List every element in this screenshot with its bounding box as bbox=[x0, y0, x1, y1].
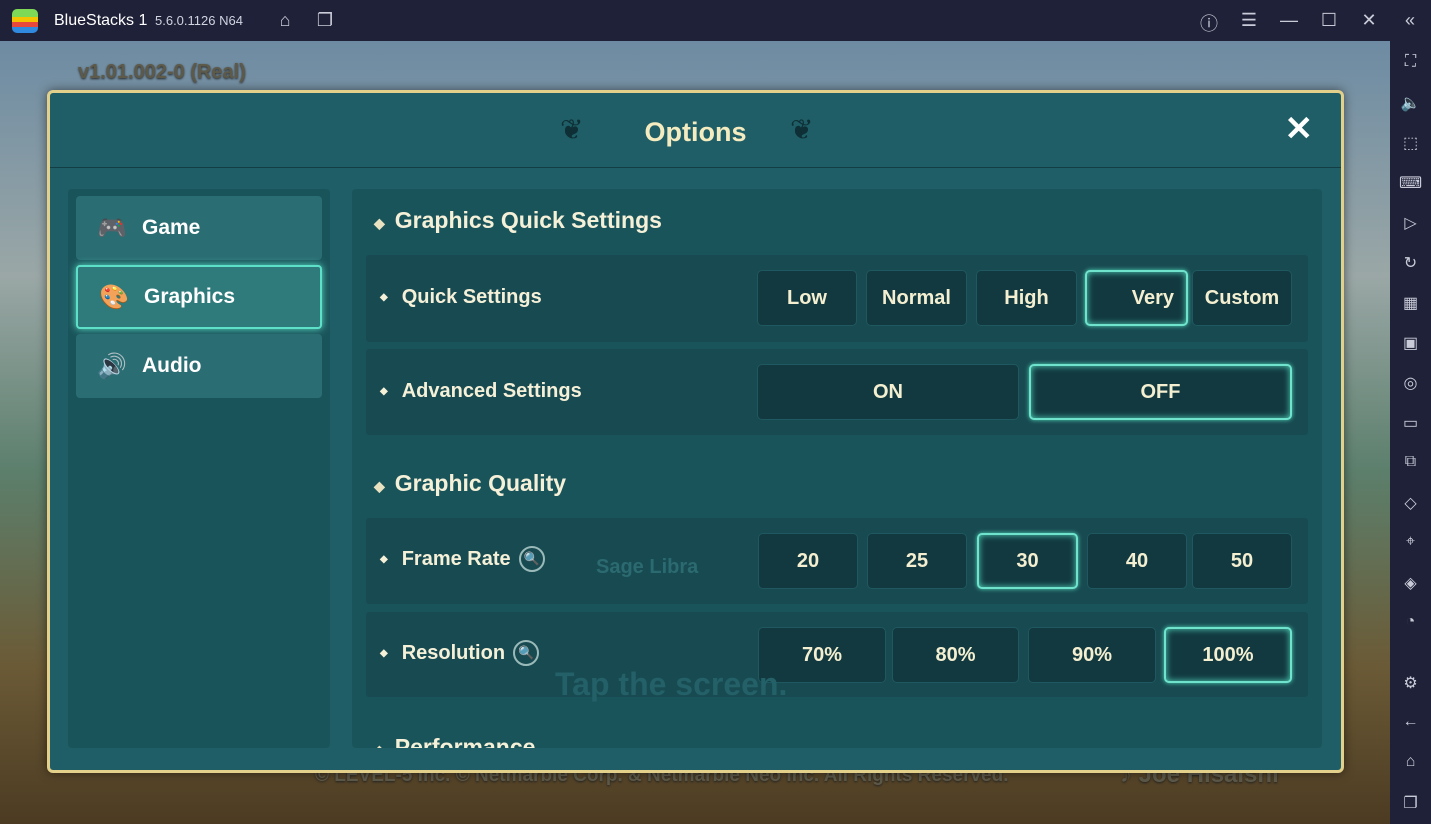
recent-apps-icon[interactable]: ❐ bbox=[1390, 793, 1431, 813]
label-text: Frame Rate bbox=[401, 547, 511, 570]
tab-label: Graphics bbox=[144, 285, 236, 308]
folder-icon[interactable]: ▭ bbox=[1390, 413, 1431, 433]
location-icon[interactable]: ⌖ bbox=[1390, 533, 1431, 551]
fps-25-button[interactable]: 25 bbox=[867, 533, 967, 589]
gamepad-icon: 🎮 bbox=[97, 214, 127, 242]
quick-high-button[interactable]: High bbox=[976, 270, 1077, 326]
speaker-icon: 🔊 bbox=[97, 352, 127, 380]
res-80-button[interactable]: 80% bbox=[892, 627, 1019, 683]
volume-icon[interactable]: 🔈 bbox=[1390, 93, 1431, 113]
right-sidebar: ⛶ 🔈 ⬚ ⌨ ▷ ↻ ▦ ▣ ◎ ▭ ⧉ ◇ ⌖ ◈ ◔ ⚙ ← ⌂ ❐ bbox=[1390, 41, 1431, 824]
close-window-icon[interactable]: ✕ bbox=[1358, 10, 1380, 31]
fps-30-button[interactable]: 30 bbox=[977, 533, 1078, 589]
advanced-off-button[interactable]: OFF bbox=[1029, 364, 1292, 420]
tab-game[interactable]: 🎮 Game bbox=[76, 196, 322, 260]
diamond-icon: ◆ bbox=[374, 742, 385, 748]
magnifier-icon[interactable]: 🔍 bbox=[518, 546, 545, 572]
section-heading: ◆ Performance bbox=[374, 734, 535, 748]
sync-icon[interactable]: ↻ bbox=[1390, 253, 1431, 273]
row-label: ◆ Frame Rate 🔍 bbox=[380, 546, 545, 572]
settings-icon[interactable]: ⚙ bbox=[1390, 673, 1431, 693]
section-heading: ◆ Graphics Quick Settings bbox=[374, 207, 662, 234]
title-bar: BlueStacks 1 5.6.0.1126 N64 ⌂ ❐ ⓘ ☰ — ☐ … bbox=[0, 0, 1431, 41]
game-version: v1.01.002-0 (Real) bbox=[78, 61, 246, 83]
fullscreen-icon[interactable]: ⛶ bbox=[1390, 53, 1431, 71]
maximize-icon[interactable]: ☐ bbox=[1318, 10, 1340, 31]
dialog-title: Options bbox=[644, 117, 747, 147]
pointer-icon[interactable]: ⬚ bbox=[1390, 133, 1431, 153]
magnifier-icon[interactable]: 🔍 bbox=[513, 640, 540, 666]
watermark-text: Sage Libra bbox=[596, 556, 699, 578]
tab-label: Game bbox=[142, 216, 201, 239]
collapse-sidebar-icon[interactable]: « bbox=[1399, 10, 1421, 31]
section-title: Graphic Quality bbox=[394, 470, 567, 496]
macro-icon[interactable]: ▷ bbox=[1390, 213, 1431, 233]
multi-instance-icon[interactable]: ❐ bbox=[314, 10, 336, 31]
diamond-icon: ◆ bbox=[380, 647, 388, 659]
screenshot-icon[interactable]: ◎ bbox=[1390, 373, 1431, 393]
tab-label: Audio bbox=[142, 354, 202, 377]
eco-mode-icon[interactable]: ◔ bbox=[1390, 613, 1431, 631]
header-divider bbox=[50, 167, 1341, 168]
close-button[interactable]: ✕ bbox=[1285, 109, 1314, 149]
apk-icon[interactable]: ▣ bbox=[1390, 333, 1431, 353]
layers-icon[interactable]: ◈ bbox=[1390, 573, 1431, 593]
section-title: Performance bbox=[394, 734, 536, 748]
fps-50-button[interactable]: 50 bbox=[1192, 533, 1292, 589]
help-icon[interactable]: ⓘ bbox=[1198, 10, 1220, 36]
app-name: BlueStacks 1 bbox=[54, 12, 148, 29]
category-sidebar: 🎮 Game 🎨 Graphics 🔊 Audio bbox=[68, 189, 330, 748]
android-home-icon[interactable]: ⌂ bbox=[1390, 753, 1431, 771]
resolution-row: ◆ Resolution 🔍 70% 80% 90% 100% bbox=[366, 612, 1308, 697]
back-icon[interactable]: ← bbox=[1390, 713, 1431, 731]
performance-icon[interactable]: ▦ bbox=[1390, 293, 1431, 313]
row-label: ◆ Quick Settings bbox=[380, 286, 542, 309]
fps-20-button[interactable]: 20 bbox=[758, 533, 858, 589]
app-arch: N64 bbox=[219, 13, 243, 28]
tab-graphics[interactable]: 🎨 Graphics bbox=[76, 265, 322, 329]
diamond-icon: ◆ bbox=[380, 386, 388, 397]
diamond-icon: ◆ bbox=[374, 478, 385, 494]
quick-settings-row: ◆ Quick Settings Low Normal High Very Cus… bbox=[366, 255, 1308, 342]
tab-audio[interactable]: 🔊 Audio bbox=[76, 334, 322, 398]
row-label: ◆ Advanced Settings bbox=[380, 380, 582, 403]
multi-window-icon[interactable]: ⧉ bbox=[1390, 453, 1431, 471]
home-icon[interactable]: ⌂ bbox=[274, 10, 296, 31]
keyboard-icon[interactable]: ⌨ bbox=[1390, 173, 1431, 193]
res-90-button[interactable]: 90% bbox=[1028, 627, 1156, 683]
label-text: Resolution bbox=[401, 641, 506, 664]
label-text: Advanced Settings bbox=[401, 380, 582, 402]
quick-very-button[interactable]: Very bbox=[1085, 270, 1188, 326]
settings-panel[interactable]: ◆ Graphics Quick Settings ◆ Quick Settings… bbox=[352, 189, 1322, 748]
section-heading: ◆ Graphic Quality bbox=[374, 470, 566, 497]
diamond-icon: ◆ bbox=[380, 553, 388, 565]
rotate-icon[interactable]: ◇ bbox=[1390, 493, 1431, 513]
app-version: 5.6.0.1126 bbox=[155, 13, 216, 28]
row-label: ◆ Resolution 🔍 bbox=[380, 640, 540, 666]
label-text: Quick Settings bbox=[401, 286, 542, 308]
bluestacks-logo bbox=[12, 9, 38, 33]
quick-normal-button[interactable]: Normal bbox=[866, 270, 967, 326]
minimize-icon[interactable]: — bbox=[1278, 10, 1300, 31]
section-title: Graphics Quick Settings bbox=[394, 207, 662, 233]
tap-text: Tap the screen. bbox=[555, 666, 788, 702]
diamond-icon: ◆ bbox=[380, 292, 388, 303]
quick-custom-button[interactable]: Custom bbox=[1192, 270, 1292, 326]
menu-icon[interactable]: ☰ bbox=[1238, 10, 1260, 31]
leaf-ornament-icon: ❦ bbox=[790, 114, 814, 145]
fps-40-button[interactable]: 40 bbox=[1087, 533, 1187, 589]
advanced-on-button[interactable]: ON bbox=[757, 364, 1019, 420]
advanced-settings-row: ◆ Advanced Settings ON OFF bbox=[366, 349, 1308, 435]
palette-icon: 🎨 bbox=[99, 283, 129, 311]
frame-rate-row: ◆ Frame Rate 🔍 20 25 30 40 50 bbox=[366, 518, 1308, 604]
quick-low-button[interactable]: Low bbox=[757, 270, 857, 326]
diamond-icon: ◆ bbox=[374, 215, 385, 231]
res-100-button[interactable]: 100% bbox=[1164, 627, 1292, 683]
